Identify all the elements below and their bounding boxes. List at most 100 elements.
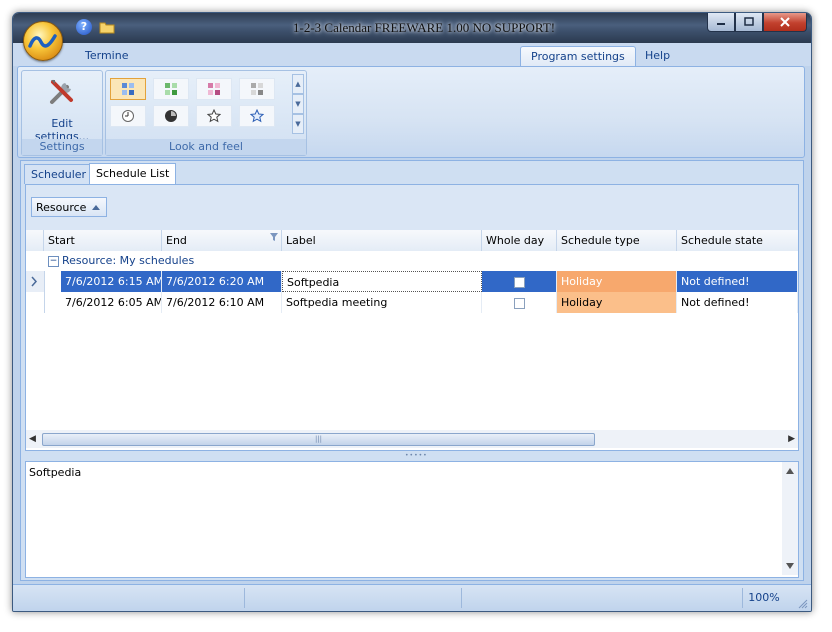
cell-start[interactable]: 7/6/2012 6:15 AM xyxy=(61,271,162,292)
row-indicator xyxy=(26,271,45,292)
status-panel xyxy=(462,588,742,608)
header-indicator xyxy=(26,230,44,251)
clock-outline-icon xyxy=(122,110,134,122)
cell-whole-day[interactable] xyxy=(482,271,557,292)
group-by-box: Resource xyxy=(26,185,798,230)
style-blue-star-item[interactable] xyxy=(239,105,275,127)
folder-icon[interactable] xyxy=(99,19,115,35)
header-schedule-state[interactable]: Schedule state xyxy=(677,230,798,251)
app-window: ? 1-2-3 Calendar FREEWARE 1.00 NO SUPPOR… xyxy=(12,12,812,612)
schedule-list-panel: Resource Start End Label Whole day Sched… xyxy=(25,184,799,451)
zoom-level[interactable]: 100% xyxy=(742,588,785,608)
cell-label[interactable]: Softpedia meeting xyxy=(282,292,482,313)
minimize-button[interactable] xyxy=(707,13,735,32)
style-blue-icon xyxy=(122,83,134,95)
style-gallery xyxy=(110,78,286,130)
cell-schedule-type[interactable]: Holiday xyxy=(557,292,677,313)
filter-icon[interactable] xyxy=(270,233,278,241)
ribbon-tab-row: Termine Program settings Help xyxy=(13,43,811,67)
cell-schedule-state[interactable]: Not defined! xyxy=(677,292,798,313)
tab-program-settings[interactable]: Program settings xyxy=(520,46,636,67)
cell-schedule-state[interactable]: Not defined! xyxy=(677,271,798,292)
whole-day-checkbox[interactable] xyxy=(513,277,525,288)
header-schedule-type[interactable]: Schedule type xyxy=(557,230,677,251)
style-gray-item[interactable] xyxy=(239,78,275,100)
current-row-icon xyxy=(31,276,38,287)
group-row-label: Resource: My schedules xyxy=(62,254,195,267)
cell-end[interactable]: 7/6/2012 6:10 AM xyxy=(162,292,282,313)
horizontal-scrollbar[interactable]: ◀ ||| ▶ xyxy=(26,430,798,448)
style-gray-icon xyxy=(251,83,263,95)
cell-end[interactable]: 7/6/2012 6:20 AM xyxy=(162,271,282,292)
header-label[interactable]: Label xyxy=(282,230,482,251)
style-dark-clock-item[interactable] xyxy=(153,105,189,127)
clock-dark-icon xyxy=(165,110,177,122)
tab-schedule-list[interactable]: Schedule List xyxy=(89,163,177,185)
style-clock-item[interactable] xyxy=(110,105,146,127)
close-button[interactable] xyxy=(763,13,807,32)
cell-label[interactable]: Softpedia xyxy=(282,271,482,292)
gallery-down-button[interactable]: ▼ xyxy=(292,94,304,114)
scroll-left-icon[interactable]: ◀ xyxy=(29,434,36,444)
header-end[interactable]: End xyxy=(162,230,282,251)
tab-scheduler[interactable]: Scheduler xyxy=(24,164,94,184)
maximize-button[interactable] xyxy=(735,13,763,32)
window-controls xyxy=(707,13,807,33)
style-pink-icon xyxy=(208,83,220,95)
maximize-icon xyxy=(744,17,754,26)
tab-termine[interactable]: Termine xyxy=(75,46,138,66)
gallery-expand-button[interactable]: ▼ xyxy=(292,114,304,134)
splitter-handle[interactable]: ••••• xyxy=(405,452,428,459)
table-row[interactable]: 7/6/2012 6:15 AM 7/6/2012 6:20 AM Softpe… xyxy=(26,271,798,292)
scroll-up-icon[interactable] xyxy=(786,468,794,474)
cell-start[interactable]: 7/6/2012 6:05 AM xyxy=(61,292,162,313)
style-green-item[interactable] xyxy=(153,78,189,100)
status-bar: 100% xyxy=(13,584,811,611)
style-pink-item[interactable] xyxy=(196,78,232,100)
row-indicator xyxy=(26,292,45,313)
collapse-icon[interactable]: − xyxy=(48,256,59,267)
resource-group-button[interactable]: Resource xyxy=(31,197,107,217)
settings-group-label: Settings xyxy=(22,139,102,155)
header-start[interactable]: Start xyxy=(44,230,162,251)
look-and-feel-label: Look and feel xyxy=(106,139,306,155)
app-orb[interactable] xyxy=(23,21,63,61)
status-panel xyxy=(13,588,245,608)
settings-group: Edit settings... Settings xyxy=(21,70,103,156)
window-title: 1-2-3 Calendar FREEWARE 1.00 NO SUPPORT! xyxy=(293,20,556,35)
grid-header: Start End Label Whole day Schedule type … xyxy=(26,230,798,252)
scroll-down-icon[interactable] xyxy=(786,563,794,569)
whole-day-checkbox[interactable] xyxy=(513,298,525,309)
style-blue-item[interactable] xyxy=(110,78,146,100)
look-and-feel-group: ▲ ▼ ▼ Look and feel xyxy=(105,70,307,156)
horizontal-scroll-thumb[interactable]: ||| xyxy=(42,433,595,446)
help-icon[interactable]: ? xyxy=(76,19,92,35)
scroll-right-icon[interactable]: ▶ xyxy=(788,434,795,444)
sort-ascending-icon xyxy=(92,205,100,210)
notes-text[interactable]: Softpedia xyxy=(29,466,81,479)
blue-star-icon xyxy=(250,109,264,123)
star-icon xyxy=(207,109,221,123)
notes-panel[interactable]: Softpedia xyxy=(25,461,799,578)
close-icon xyxy=(780,17,790,27)
ribbon: Edit settings... Settings ▲ ▼ ▼ Look and… xyxy=(17,66,805,158)
edit-settings-button[interactable]: Edit settings... xyxy=(24,73,100,143)
group-row[interactable]: − Resource: My schedules xyxy=(26,251,798,271)
status-panel xyxy=(245,588,462,608)
resize-grip-icon[interactable] xyxy=(798,599,808,609)
gallery-up-button[interactable]: ▲ xyxy=(292,74,304,94)
tab-help[interactable]: Help xyxy=(635,46,680,66)
resource-group-label: Resource xyxy=(36,201,87,214)
gallery-scroll: ▲ ▼ ▼ xyxy=(292,74,304,136)
header-whole-day[interactable]: Whole day xyxy=(482,230,557,251)
table-row[interactable]: 7/6/2012 6:05 AM 7/6/2012 6:10 AM Softpe… xyxy=(26,292,798,313)
style-green-icon xyxy=(165,83,177,95)
minimize-icon xyxy=(717,23,725,25)
cell-schedule-type[interactable]: Holiday xyxy=(557,271,677,292)
title-bar: ? 1-2-3 Calendar FREEWARE 1.00 NO SUPPOR… xyxy=(13,13,811,43)
main-area: Scheduler Schedule List Resource Start E… xyxy=(20,160,804,581)
cell-whole-day[interactable] xyxy=(482,292,557,313)
style-star-item[interactable] xyxy=(196,105,232,127)
vertical-scrollbar[interactable] xyxy=(782,462,798,575)
tools-icon xyxy=(50,80,73,104)
